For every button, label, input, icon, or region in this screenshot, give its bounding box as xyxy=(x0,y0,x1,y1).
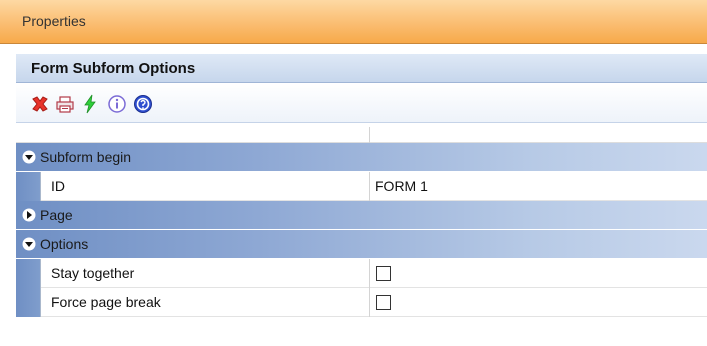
property-row-force-page-break[interactable]: Force page break xyxy=(16,288,707,317)
lightning-icon xyxy=(84,94,96,114)
property-row-id[interactable]: ID FORM 1 xyxy=(16,172,707,201)
run-button[interactable] xyxy=(79,93,101,115)
help-icon xyxy=(134,95,152,113)
print-button[interactable] xyxy=(54,93,76,115)
property-name: ID xyxy=(51,178,65,194)
property-row-stay-together[interactable]: Stay together xyxy=(16,259,707,288)
property-grid: Subform begin ID FORM 1 Page Options Sta… xyxy=(16,143,707,317)
delete-icon xyxy=(32,96,48,112)
properties-titlebar: Properties xyxy=(0,0,707,44)
property-name: Stay together xyxy=(51,265,135,281)
properties-window: Properties Form Subform Options Subform … xyxy=(0,0,707,346)
category-page[interactable]: Page xyxy=(16,201,707,230)
properties-toolbar xyxy=(16,83,707,123)
force-page-break-checkbox[interactable] xyxy=(376,295,391,310)
id-value-field[interactable]: FORM 1 xyxy=(375,178,695,195)
stay-together-checkbox[interactable] xyxy=(376,266,391,281)
category-label: Page xyxy=(40,207,73,223)
delete-button[interactable] xyxy=(29,93,51,115)
options-header: Form Subform Options xyxy=(16,54,707,83)
row-gutter xyxy=(16,259,41,288)
row-gutter xyxy=(16,288,41,317)
panel-title: Properties xyxy=(22,13,86,29)
grid-column-header xyxy=(16,123,707,143)
options-header-title: Form Subform Options xyxy=(31,60,196,77)
category-subform-begin[interactable]: Subform begin xyxy=(16,143,707,172)
property-name: Force page break xyxy=(51,294,161,310)
info-icon xyxy=(108,95,126,113)
info-button[interactable] xyxy=(106,93,128,115)
print-icon xyxy=(56,96,74,113)
collapse-icon xyxy=(22,150,36,164)
column-divider[interactable] xyxy=(369,127,370,143)
category-options[interactable]: Options xyxy=(16,230,707,259)
expand-icon xyxy=(22,208,36,222)
help-button[interactable] xyxy=(132,93,154,115)
row-divider xyxy=(369,288,370,317)
category-label: Options xyxy=(40,236,89,252)
row-divider xyxy=(369,259,370,288)
row-divider xyxy=(369,172,370,201)
collapse-icon xyxy=(22,237,36,251)
row-gutter xyxy=(16,172,41,201)
category-label: Subform begin xyxy=(40,149,132,165)
